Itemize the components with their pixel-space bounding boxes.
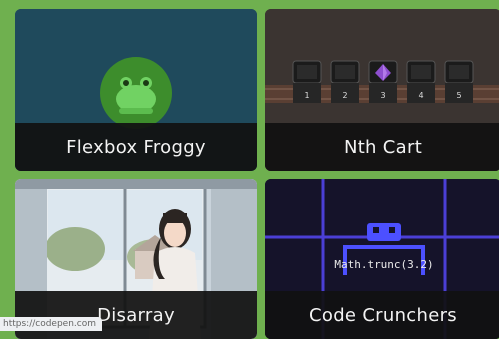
game-card-code-crunchers[interactable]: Math.trunc(3.2) Code Crunchers	[265, 179, 499, 339]
card-title: Disarray	[15, 291, 257, 339]
game-card-nth-cart[interactable]: 1 2 3 4 5 Nth Cart	[265, 9, 499, 171]
cart-4: 4	[406, 60, 436, 103]
card-title: Nth Cart	[265, 123, 499, 171]
cart-number: 2	[342, 91, 347, 100]
game-card-flexbox-froggy[interactable]: Flexbox Froggy	[15, 9, 257, 171]
cart-2: 2	[330, 60, 360, 103]
status-bar-url: https://codepen.com	[0, 317, 103, 331]
cart-number: 5	[456, 91, 461, 100]
cart-number: 4	[418, 91, 423, 100]
code-expression: Math.trunc(3.2)	[334, 258, 433, 271]
card-title: Flexbox Froggy	[15, 123, 257, 171]
cart-number: 3	[380, 91, 385, 100]
card-title: Code Crunchers	[265, 291, 499, 339]
cart-5: 5	[444, 60, 474, 103]
cart-3: 3	[368, 60, 398, 103]
game-card-disarray[interactable]: Disarray	[15, 179, 257, 339]
cart-number: 1	[304, 91, 309, 100]
cart-1: 1	[292, 60, 322, 103]
